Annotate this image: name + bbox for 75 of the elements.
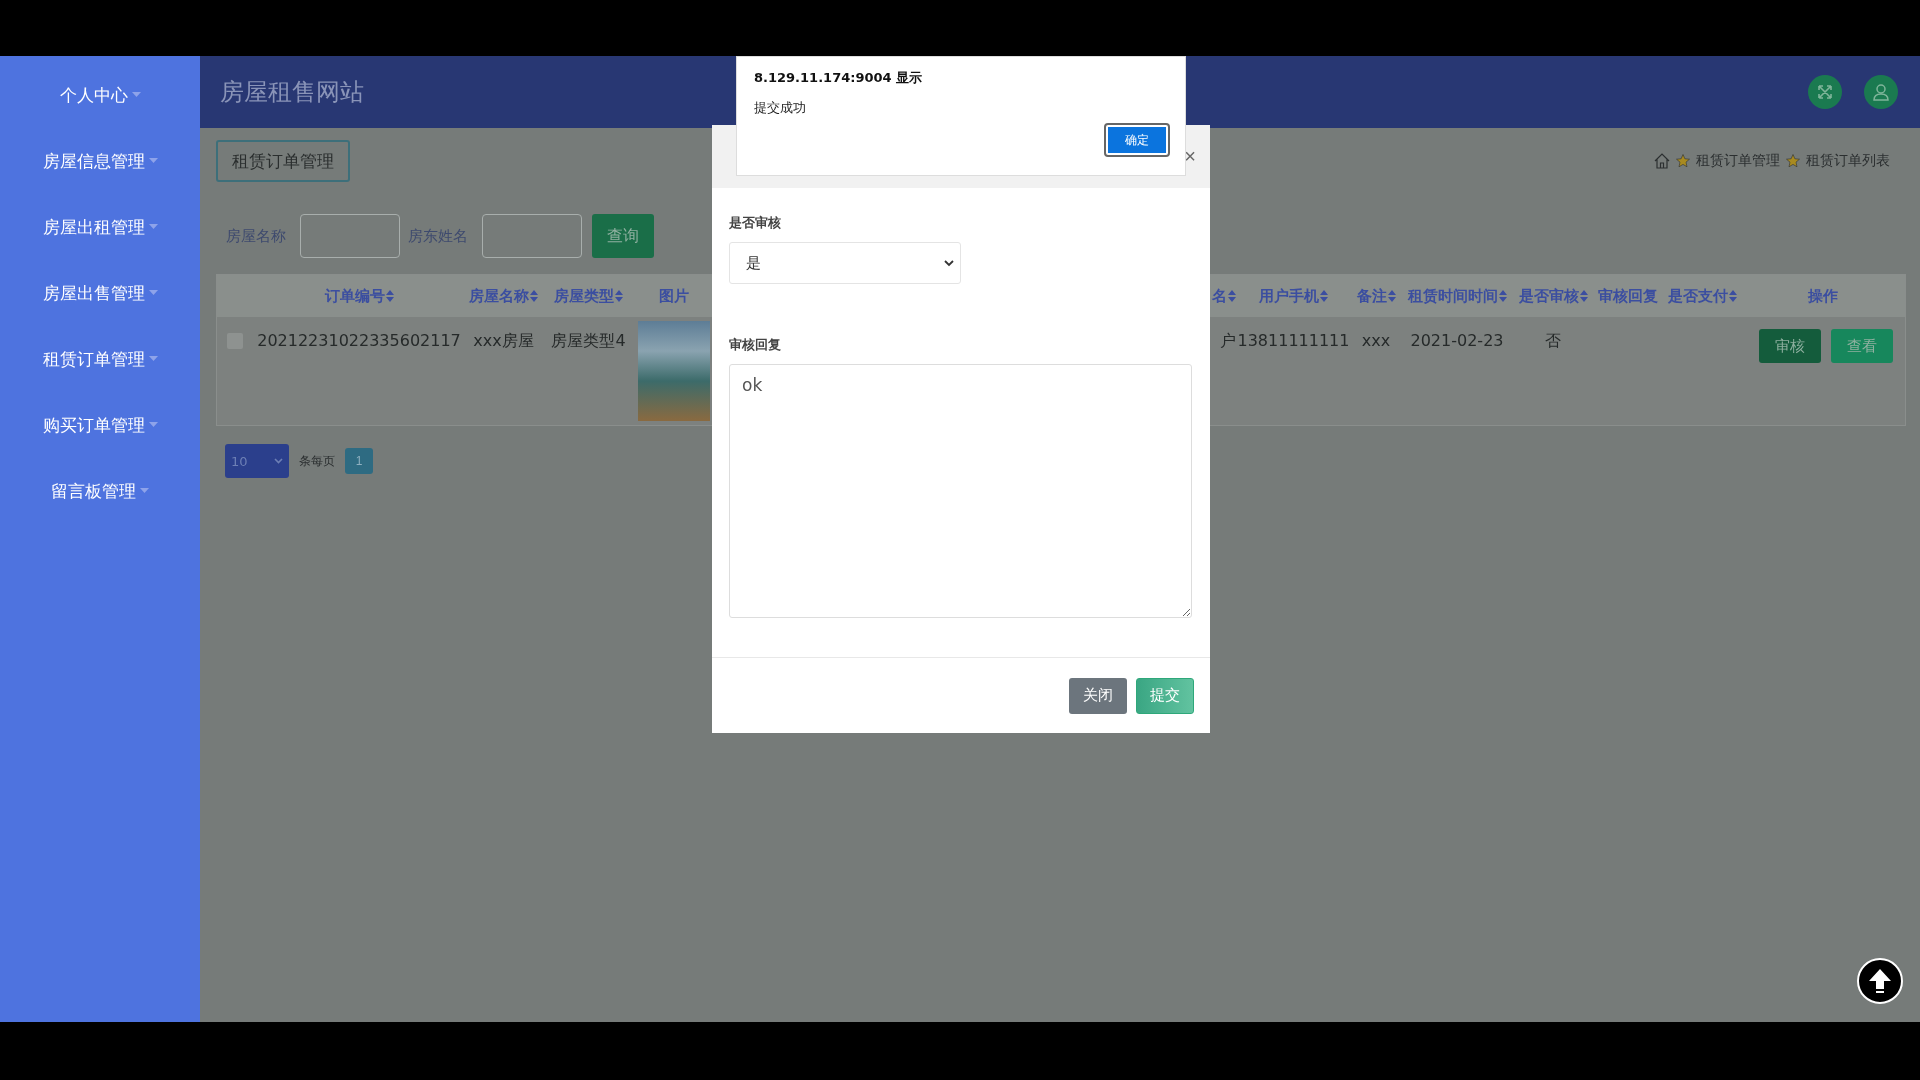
column-header[interactable]: 是否支付 [1663,275,1741,317]
field-label: 是否审核 [729,214,782,232]
table-cell: 13811111111 [1237,331,1350,351]
table-cell: xxx [1361,331,1391,351]
column-header[interactable]: 备注 [1351,275,1401,317]
alert-message: 提交成功 [754,99,807,117]
query-button[interactable]: 查询 [592,214,654,258]
sidebar-item[interactable]: 租赁订单管理 [42,346,158,372]
page-title-button[interactable]: 租赁订单管理 [216,140,350,182]
column-header[interactable]: 房屋名称 [461,275,546,317]
table-cell: 否 [1545,331,1561,351]
fullscreen-button[interactable] [1808,75,1842,109]
table-cell: 房屋类型4 [551,331,626,351]
sidebar-item[interactable]: 房屋信息管理 [42,148,158,174]
fullscreen-icon [1817,84,1833,100]
column-header[interactable]: 房屋类型 [546,275,631,317]
home-icon[interactable] [1654,153,1670,169]
sort-icon [615,290,623,302]
sidebar-item[interactable]: 房屋出售管理 [42,280,158,306]
search-field[interactable] [482,214,582,258]
chevron-icon [274,458,283,464]
caret-icon [148,356,158,362]
star-icon [1786,154,1800,168]
column-header[interactable]: 订单编号 [257,275,461,317]
field-label: 审核回复 [729,336,782,354]
column-header[interactable]: 租赁时间时间 [1401,275,1513,317]
sidebar-item[interactable]: 个人中心 [59,82,141,108]
table-cell: 户 [1220,331,1236,351]
table-cell: 20212231022335602117 [257,331,461,351]
page-button[interactable]: 1 [345,448,373,474]
breadcrumb-link[interactable]: 租赁订单管理 [1696,152,1780,170]
sort-icon [385,290,394,302]
sidebar-item[interactable]: 房屋出租管理 [42,214,158,240]
column-header: 审核回复 [1597,285,1659,307]
close-button[interactable]: × [1182,145,1198,168]
column-header: 操作 [1807,285,1839,307]
table-cell: xxx房屋 [473,331,534,351]
table-cell: 2021-02-23 [1410,331,1504,351]
breadcrumb-link[interactable]: 租赁订单列表 [1806,152,1890,170]
sidebar-item[interactable]: 购买订单管理 [42,412,158,438]
user-icon [1872,83,1890,101]
site-title: 房屋租售网站 [220,77,364,108]
caret-icon [131,92,141,98]
dialog-button[interactable]: 提交 [1136,677,1194,714]
star-icon [1676,154,1690,168]
page-size-label: 条每页 [299,452,335,470]
sort-icon [530,290,538,302]
chevron-icon [944,259,954,267]
arrow-up-icon [1867,967,1893,995]
column-header[interactable]: 是否审核 [1513,275,1593,317]
caret-icon [148,158,158,164]
column-header[interactable]: 名 [1201,275,1236,317]
reply-textarea[interactable]: ok [729,364,1192,618]
alert-title: 8.129.11.174:9004 显示 [754,69,924,87]
ok-button[interactable]: 确定 [1106,125,1168,155]
sort-icon [1387,290,1396,302]
caret-icon [140,488,149,494]
sort-icon [1579,290,1588,302]
column-header: 图片 [657,285,690,307]
dialog-button[interactable]: 关闭 [1069,677,1127,714]
column-header[interactable]: 用户手机 [1236,275,1351,317]
select-field[interactable]: 是 [729,242,961,284]
sidebar-item[interactable]: 留言板管理 [51,478,149,504]
action-button[interactable]: 审核 [1759,329,1821,363]
caret-icon [148,290,158,296]
sort-icon [1228,290,1236,302]
sort-icon [1498,290,1507,302]
search-field[interactable] [300,214,400,258]
sort-icon [1728,290,1737,302]
action-button[interactable]: 查看 [1831,329,1893,363]
sort-icon [1320,290,1328,302]
user-button[interactable] [1864,75,1898,109]
caret-icon [148,422,158,428]
page-size-select[interactable]: 10 [225,444,289,478]
caret-icon [148,224,158,230]
